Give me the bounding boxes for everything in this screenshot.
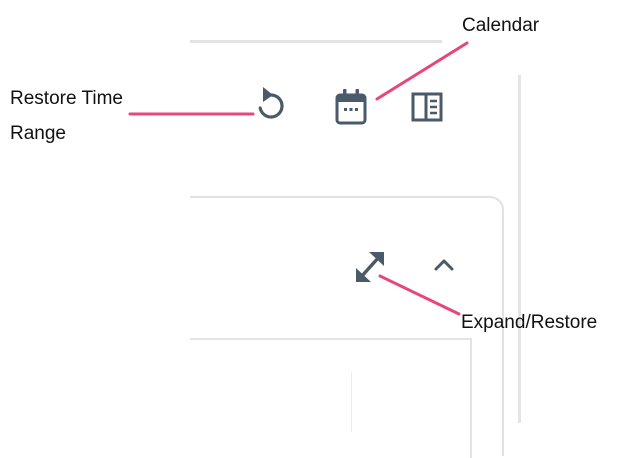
panel-toggle-icon[interactable] — [411, 91, 443, 123]
expand-restore-annotation-label: Expand/Restore — [461, 312, 598, 333]
restore-time-range-icon[interactable] — [254, 86, 288, 122]
right-rail-border — [518, 75, 521, 423]
panel-content-area — [190, 338, 472, 458]
chevron-up-icon[interactable] — [432, 255, 456, 273]
restore-time-range-annotation-label-line2: Range — [10, 123, 66, 144]
panel-content-divider — [351, 372, 352, 432]
calendar-icon[interactable] — [334, 88, 368, 126]
calendar-annotation-label: Calendar — [462, 15, 540, 36]
toolbar-top-border — [190, 40, 442, 43]
expand-restore-icon[interactable] — [354, 250, 386, 284]
restore-time-range-annotation-label-line1: Restore Time — [10, 88, 123, 109]
